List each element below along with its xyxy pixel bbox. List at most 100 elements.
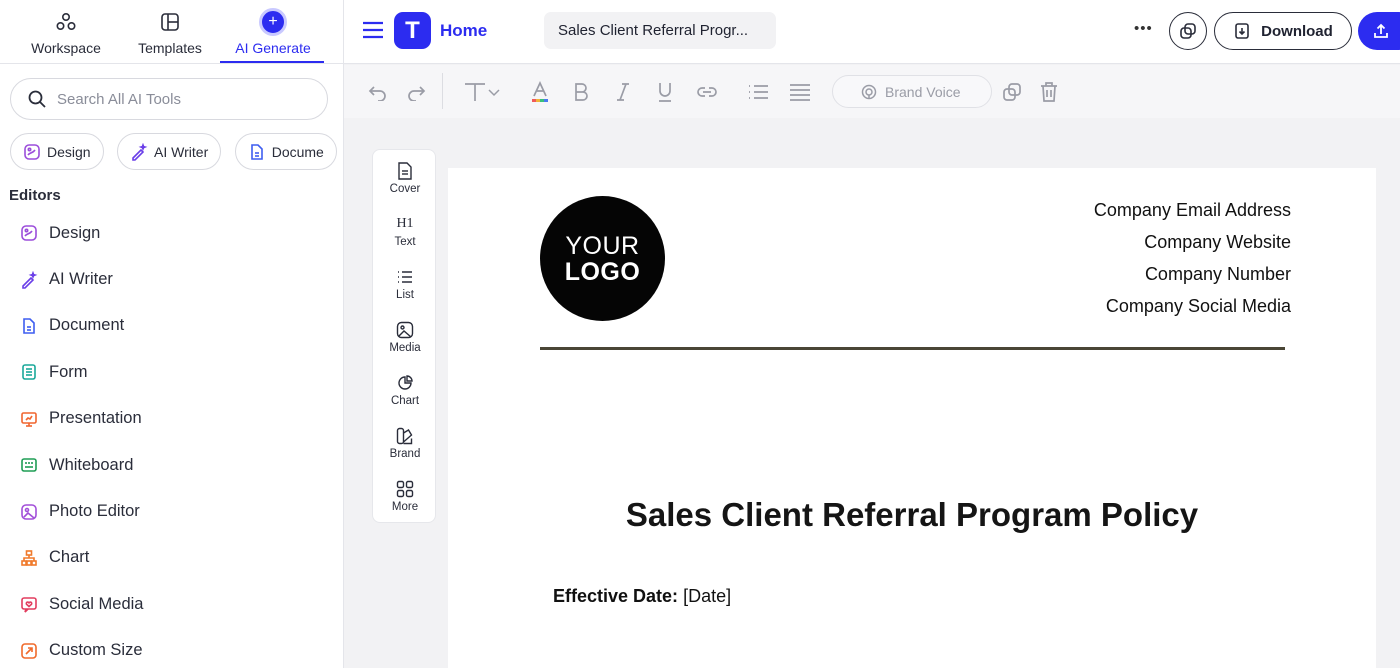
editor-item-document[interactable]: Document: [0, 303, 343, 349]
company-website[interactable]: Company Website: [1144, 232, 1291, 253]
editor-item-label: Custom Size: [49, 641, 143, 660]
search-ai-tools[interactable]: [10, 78, 328, 120]
rail-item-text[interactable]: H1 Text: [373, 213, 437, 261]
undo-icon[interactable]: [366, 80, 390, 104]
text-color-icon[interactable]: [528, 80, 552, 104]
editor-item-social-media[interactable]: Social Media: [0, 581, 343, 627]
tab-templates-label: Templates: [138, 40, 202, 56]
text-style-dropdown[interactable]: [458, 80, 506, 104]
editors-heading: Editors: [9, 187, 61, 204]
copy-icon: [1180, 23, 1196, 39]
editor-item-ai-writer[interactable]: AI Writer: [0, 256, 343, 302]
italic-icon[interactable]: [611, 80, 635, 104]
presentation-icon: [20, 410, 38, 428]
copy-style-icon[interactable]: [1000, 80, 1024, 104]
editor-item-chart[interactable]: Chart: [0, 535, 343, 581]
brand-voice-icon: [861, 84, 877, 99]
brand-voice-label: Brand Voice: [885, 83, 961, 100]
document-icon: [20, 317, 38, 335]
rail-item-more[interactable]: More: [373, 478, 437, 526]
chip-design[interactable]: Design: [10, 133, 104, 170]
underline-icon[interactable]: [653, 80, 677, 104]
brand-voice-button[interactable]: Brand Voice: [832, 75, 992, 108]
chevron-down-icon: [488, 89, 500, 97]
whiteboard-icon: [20, 456, 38, 474]
rail-item-brand[interactable]: Brand: [373, 425, 437, 473]
design-icon: [20, 224, 38, 242]
editor-item-custom-size[interactable]: Custom Size: [0, 628, 343, 668]
trash-icon[interactable]: [1037, 80, 1061, 104]
editor-item-form[interactable]: Form: [0, 349, 343, 395]
toolbar-divider: [442, 73, 443, 109]
effective-date-value: [Date]: [683, 586, 732, 606]
chip-ai-writer[interactable]: AI Writer: [117, 133, 222, 170]
rail-item-cover[interactable]: Cover: [373, 160, 437, 208]
hamburger-menu-icon[interactable]: [362, 20, 384, 45]
more-grid-icon: [396, 478, 414, 500]
editor-list: Design AI Writer Document Form Presentat…: [0, 210, 343, 668]
rail-item-label: Media: [389, 342, 421, 354]
rail-item-list[interactable]: List: [373, 266, 437, 314]
tab-workspace-label: Workspace: [31, 40, 101, 56]
redo-icon[interactable]: [404, 80, 428, 104]
bullet-list-icon[interactable]: [746, 80, 770, 104]
format-toolbar: Brand Voice: [344, 65, 1400, 118]
active-tab-indicator: [220, 61, 324, 63]
editor-item-design[interactable]: Design: [0, 210, 343, 256]
editor-item-label: Chart: [49, 548, 90, 567]
bold-icon[interactable]: [569, 80, 593, 104]
effective-date[interactable]: Effective Date: [Date]: [553, 586, 731, 607]
tab-workspace[interactable]: Workspace: [22, 8, 110, 64]
duplicate-button[interactable]: [1169, 12, 1207, 50]
app-logo[interactable]: T: [394, 12, 431, 49]
company-email[interactable]: Company Email Address: [1094, 200, 1291, 221]
document-icon: [250, 143, 263, 160]
rail-item-media[interactable]: Media: [373, 319, 437, 367]
company-logo-placeholder[interactable]: YOUR LOGO: [540, 196, 665, 321]
header-divider: [540, 347, 1285, 350]
link-icon[interactable]: [695, 80, 719, 104]
media-icon: [396, 319, 414, 341]
element-rail: Cover H1 Text List Media Chart Brand Mor…: [372, 149, 436, 523]
editor-item-presentation[interactable]: Presentation: [0, 396, 343, 442]
editor-item-whiteboard[interactable]: Whiteboard: [0, 442, 343, 488]
workspace-icon: [55, 8, 77, 36]
search-input[interactable]: [57, 90, 297, 108]
form-icon: [20, 363, 38, 381]
chip-ai-writer-label: AI Writer: [154, 143, 209, 160]
company-number[interactable]: Company Number: [1145, 264, 1291, 285]
more-options-button[interactable]: •••: [1134, 20, 1153, 37]
rail-item-label: Brand: [389, 448, 421, 460]
text-h1-icon: H1: [396, 216, 414, 231]
ai-generate-icon: +: [259, 8, 287, 36]
document-canvas[interactable]: YOUR LOGO Company Email Address Company …: [448, 168, 1376, 668]
tab-ai-generate[interactable]: + AI Generate: [222, 8, 324, 64]
brand-icon: [396, 425, 414, 447]
document-title[interactable]: Sales Client Referral Progr...: [544, 12, 776, 49]
align-icon[interactable]: [788, 80, 812, 104]
list-icon: [397, 266, 413, 288]
editor-item-label: Presentation: [49, 409, 142, 428]
quick-chips: Design AI Writer Docume: [10, 133, 343, 171]
tab-templates[interactable]: Templates: [128, 8, 212, 64]
company-social-media[interactable]: Company Social Media: [1106, 296, 1291, 317]
download-button[interactable]: Download: [1214, 12, 1352, 50]
left-sidebar: Workspace Templates + AI Generate Search…: [0, 0, 344, 668]
share-button[interactable]: [1358, 12, 1400, 50]
rail-item-chart[interactable]: Chart: [373, 372, 437, 420]
home-link[interactable]: Home: [440, 21, 487, 41]
logo-line-2: LOGO: [564, 258, 641, 286]
templates-icon: [160, 8, 180, 36]
cover-icon: [397, 160, 413, 182]
design-icon: [24, 143, 40, 160]
chart-icon: [397, 372, 413, 394]
rail-item-label: Cover: [389, 183, 421, 195]
editor-item-label: AI Writer: [49, 270, 113, 289]
editor-item-label: Design: [49, 223, 101, 242]
chip-document[interactable]: Docume: [234, 133, 337, 170]
effective-date-label: Effective Date:: [553, 586, 679, 606]
editor-item-label: Social Media: [49, 594, 144, 613]
editor-item-photo-editor[interactable]: Photo Editor: [0, 488, 343, 534]
sidebar-tabs: Workspace Templates + AI Generate: [0, 0, 343, 64]
document-heading[interactable]: Sales Client Referral Program Policy: [448, 496, 1376, 534]
